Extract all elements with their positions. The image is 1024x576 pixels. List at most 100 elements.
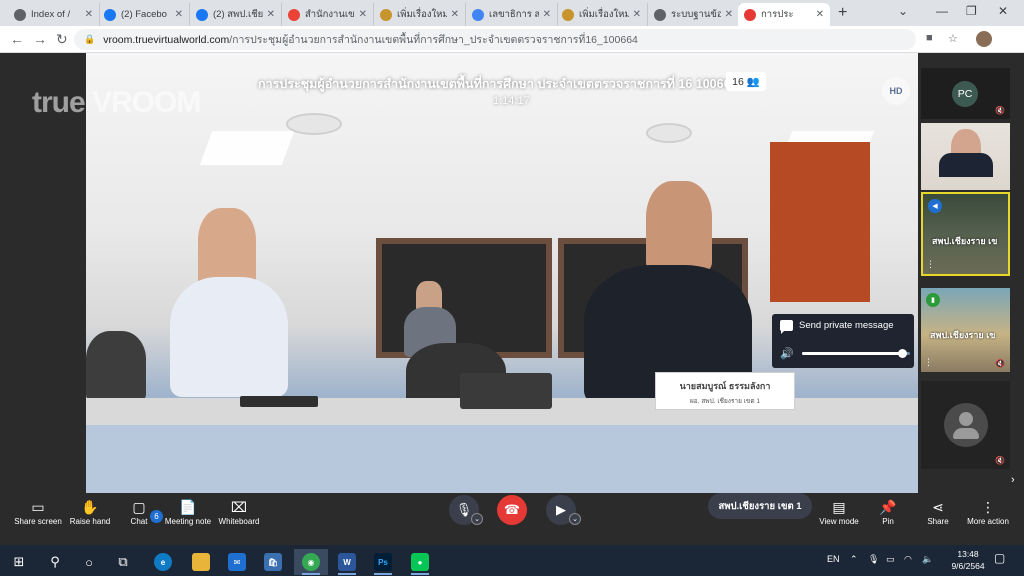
participant-name: สพป.เชียงราย เข (930, 330, 996, 340)
more-action-button[interactable]: ⋮ More action (966, 497, 1010, 526)
tab-title: สำนักงานเขต (305, 9, 355, 20)
profile-avatar[interactable] (976, 31, 992, 47)
volume-slider[interactable] (802, 349, 910, 358)
tray-expand-icon[interactable]: ⌃ (850, 554, 858, 565)
meeting-note-button[interactable]: 📄 Meeting note (164, 497, 212, 526)
new-tab-button[interactable]: + (838, 4, 847, 22)
more-options-icon[interactable]: ⋮ (924, 357, 933, 368)
share-button[interactable]: ⋖ Share (924, 497, 952, 526)
whiteboard-button[interactable]: ⌧ Whiteboard (217, 497, 261, 526)
word-icon[interactable]: W (330, 549, 364, 575)
browser-tab[interactable]: เลขาธิการ ส ✕ (466, 3, 558, 26)
tab-close-icon[interactable]: ✕ (633, 9, 641, 20)
participant-tile-no-video[interactable]: 🔇 (921, 381, 1010, 469)
whiteboard-icon: ⌧ (230, 499, 248, 515)
person-right-head (646, 181, 712, 271)
participant-avatar: PC (952, 81, 978, 107)
clock-time: 13:48 (957, 549, 979, 559)
mail-icon[interactable]: ✉ (220, 549, 254, 575)
share-screen-button[interactable]: ▭ Share screen (14, 497, 62, 526)
more-vertical-icon: ⋮ (981, 499, 995, 515)
windows-start-icon[interactable]: ⊞ (2, 549, 36, 575)
view-mode-button[interactable]: ▤ View mode (818, 497, 860, 526)
maximize-button[interactable]: ❐ (966, 4, 977, 18)
line-icon[interactable]: ● (403, 549, 437, 575)
raise-hand-button[interactable]: ✋ Raise hand (68, 497, 112, 526)
store-icon[interactable]: 🛍 (256, 549, 290, 575)
browser-tab[interactable]: สำนักงานเขต ✕ (282, 3, 374, 26)
tab-close-icon[interactable]: ✕ (267, 9, 275, 20)
browser-tab[interactable]: ระบบฐานข้อ ✕ (648, 3, 740, 26)
clock-date: 9/6/2564 (951, 561, 985, 571)
reload-icon[interactable]: ↻ (56, 31, 68, 48)
participant-tile-pc[interactable]: PC 🔇 (921, 68, 1010, 119)
tab-title: เลขาธิการ ส (489, 9, 539, 20)
camera-options-chevron-icon[interactable]: ⌄ (569, 513, 581, 525)
tab-close-icon[interactable]: ✕ (816, 9, 824, 20)
send-private-message-button[interactable]: Send private message (780, 320, 894, 334)
hd-quality-badge[interactable]: HD (882, 77, 910, 105)
browser-tab[interactable]: เพิ่มเรื่องใหม่ ✕ (556, 3, 648, 26)
pin-icon: 📌 (879, 499, 897, 515)
participant-tile-active[interactable]: ◀ สพป.เชียงราย เข ⋮ (921, 192, 1010, 276)
battery-icon[interactable]: ▭ (886, 554, 895, 565)
url-path: /การประชุมผู้อำนวยการสำนักงานเขตพื้นที่ก… (229, 34, 638, 46)
minimize-button[interactable]: — (936, 4, 948, 18)
active-speaker-name: สพป.เชียงราย เขต 1 (708, 493, 812, 519)
browser-tab[interactable]: (2) Facebo ✕ (98, 3, 190, 26)
tab-close-icon[interactable]: ✕ (451, 9, 459, 20)
file-explorer-icon[interactable] (184, 549, 218, 575)
tab-close-icon[interactable]: ✕ (725, 9, 733, 20)
tab-search-icon[interactable]: ⌄ (898, 4, 908, 18)
chrome-icon[interactable]: ◉ (294, 549, 328, 575)
tab-close-icon[interactable]: ✕ (359, 9, 367, 20)
volume-icon[interactable]: 🔊 (780, 347, 798, 360)
thumbnails-next-icon[interactable]: › (1011, 474, 1015, 486)
participant-body (939, 153, 993, 177)
pin-label: Pin (882, 517, 894, 526)
pin-button[interactable]: 📌 Pin (876, 497, 900, 526)
bookmark-star-icon[interactable]: ☆ (948, 32, 958, 45)
participant-count-button[interactable]: 16 👥 (726, 72, 766, 91)
facebook-icon (104, 8, 116, 21)
end-call-button[interactable]: ☎ (497, 495, 527, 525)
browser-tab[interactable]: Index of / ✕ (8, 3, 100, 26)
participant-context-popup: Send private message 🔊 (772, 314, 914, 368)
back-icon[interactable]: ← (10, 31, 24, 47)
wifi-icon[interactable]: ◠ (904, 554, 912, 565)
tab-title: เพิ่มเรื่องใหม่ (397, 9, 447, 20)
language-indicator[interactable]: EN (827, 554, 840, 564)
tab-close-icon[interactable]: ✕ (175, 9, 183, 20)
notification-icon[interactable]: ▢ (994, 551, 1005, 565)
participant-tile[interactable]: ▮ สพป.เชียงราย เข ⋮ 🔇 (921, 288, 1010, 372)
tab-close-icon[interactable]: ✕ (543, 9, 551, 20)
photoshop-icon[interactable]: Ps (366, 549, 400, 575)
tab-close-icon[interactable]: ✕ (85, 9, 93, 20)
browser-tab[interactable]: การประ ✕ (738, 3, 830, 26)
more-options-icon[interactable]: ⋮ (926, 259, 935, 270)
participant-tile-video[interactable] (921, 123, 1010, 190)
share-screen-label: Share screen (14, 517, 62, 526)
facebook-icon (196, 8, 208, 21)
close-window-button[interactable]: ✕ (998, 4, 1008, 18)
browser-tab[interactable]: (2) สพป.เชีย ✕ (190, 3, 282, 26)
browser-tab[interactable]: เพิ่มเรื่องใหม่ ✕ (374, 3, 466, 26)
speaker-indicator-icon: ◀ (928, 199, 942, 213)
browser-tab-bar: Index of / ✕ (2) Facebo ✕ (2) สพป.เชีย ✕ สำนัก… (0, 0, 1024, 26)
search-icon[interactable]: ⚲ (38, 549, 72, 575)
nameplate: นายสมบูรณ์ ธรรมลังกา ผอ. สพป. เชียงราย เ… (655, 372, 795, 410)
camera-icon[interactable]: ■ (926, 32, 933, 44)
mic-options-chevron-icon[interactable]: ⌄ (471, 513, 483, 525)
volume-slider-handle[interactable] (898, 349, 908, 358)
tab-title: การประ (761, 9, 794, 20)
vroom-watermark-logo: true VROOM (32, 86, 201, 119)
cortana-icon[interactable]: ○ (72, 549, 106, 575)
tray-mic-icon[interactable]: 🎙 (868, 554, 879, 565)
address-bar[interactable]: 🔒 vroom.truevirtualworld.com /การประชุมผ… (74, 29, 916, 50)
task-view-icon[interactable]: ⧉ (106, 549, 140, 575)
speaker-icon[interactable]: 🔈 (922, 554, 933, 565)
person-left-body (170, 277, 288, 397)
system-clock[interactable]: 13:48 9/6/2564 (945, 548, 991, 572)
edge-icon[interactable]: e (146, 549, 180, 575)
forward-icon[interactable]: → (33, 31, 47, 47)
